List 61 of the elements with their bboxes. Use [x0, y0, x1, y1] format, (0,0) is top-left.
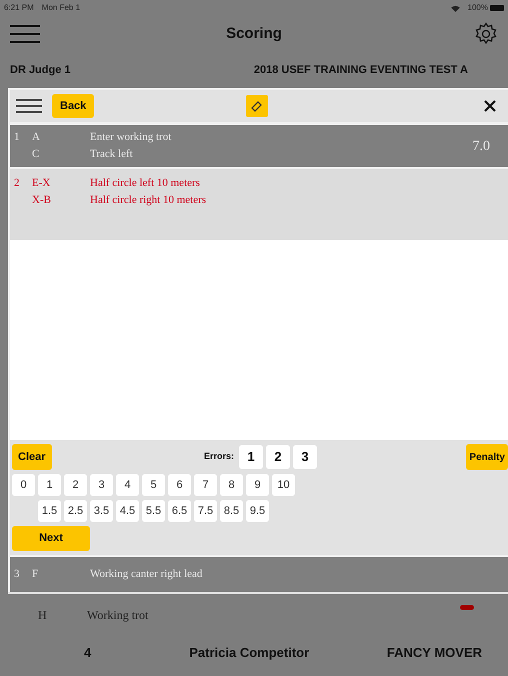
movement-text: Half circle right 10 meters — [90, 193, 208, 208]
score-button[interactable]: 8 — [220, 474, 243, 496]
arena-marker: H — [37, 607, 44, 624]
movement-text: Working canter right lead — [90, 567, 202, 582]
movement-text: Working trot — [87, 607, 148, 624]
back-button[interactable]: Back — [52, 94, 94, 118]
movement-number: 1 — [14, 130, 20, 145]
arena-marker: X-B — [32, 193, 52, 208]
eraser-button[interactable] — [246, 95, 268, 117]
horse-name: FANCY MOVER — [386, 644, 482, 662]
wifi-icon — [450, 4, 460, 12]
error-button[interactable]: 3 — [293, 445, 318, 469]
score-button[interactable]: 5.5 — [142, 500, 165, 522]
error-marker-icon — [460, 605, 474, 610]
entry-number: 4 — [84, 644, 92, 662]
score-button[interactable]: 9 — [246, 474, 269, 496]
score-button[interactable]: 0 — [12, 474, 35, 496]
error-button[interactable]: 2 — [266, 445, 290, 469]
score-button[interactable]: 2.5 — [64, 500, 87, 522]
test-name: 2018 USEF TRAINING EVENTING TEST A — [254, 62, 468, 78]
menu-icon[interactable] — [16, 99, 42, 113]
next-button[interactable]: Next — [12, 526, 90, 551]
close-icon[interactable] — [484, 100, 496, 112]
score-button[interactable]: 4.5 — [116, 500, 139, 522]
score-button[interactable]: 2 — [64, 474, 87, 496]
arena-marker: A — [32, 130, 41, 145]
score-button[interactable]: 6 — [168, 474, 191, 496]
score-button[interactable]: 7 — [194, 474, 217, 496]
score-button[interactable]: 1 — [38, 474, 61, 496]
page-title: Scoring — [226, 24, 282, 44]
penalty-button[interactable]: Penalty — [466, 444, 508, 470]
clear-button[interactable]: Clear — [12, 444, 52, 470]
eraser-icon — [250, 99, 264, 113]
rider-name: Patricia Competitor — [189, 644, 310, 662]
status-time: 6:21 PM — [4, 2, 34, 14]
arena-marker: E-X — [32, 176, 52, 191]
movement-text: Track left — [90, 147, 134, 162]
judge-name: DR Judge 1 — [10, 62, 71, 78]
movement-number: 2 — [14, 176, 20, 191]
score-button[interactable]: 4 — [116, 474, 139, 496]
errors-label: Errors: — [204, 450, 234, 464]
movement-score: 7.0 — [472, 138, 490, 154]
score-button[interactable]: 5 — [142, 474, 165, 496]
arena-marker: C — [32, 147, 40, 162]
arena-marker: F — [32, 567, 40, 582]
battery-percent: 100% — [468, 2, 488, 14]
score-button[interactable]: 9.5 — [246, 500, 269, 522]
score-button[interactable]: 1.5 — [38, 500, 61, 522]
battery-icon — [490, 5, 504, 11]
score-button[interactable]: 10 — [272, 474, 295, 496]
score-button[interactable]: 6.5 — [168, 500, 191, 522]
settings-icon[interactable] — [474, 22, 498, 46]
movement-text: Half circle left 10 meters — [90, 176, 201, 191]
score-button[interactable]: 7.5 — [194, 500, 217, 522]
error-button[interactable]: 1 — [239, 445, 264, 469]
movement-number: 3 — [14, 567, 20, 582]
movement-text: Enter working trot — [90, 130, 172, 145]
score-button[interactable]: 3 — [90, 474, 113, 496]
status-date: Mon Feb 1 — [42, 2, 80, 14]
score-button[interactable]: 8.5 — [220, 500, 243, 522]
score-button[interactable]: 3.5 — [90, 500, 113, 522]
